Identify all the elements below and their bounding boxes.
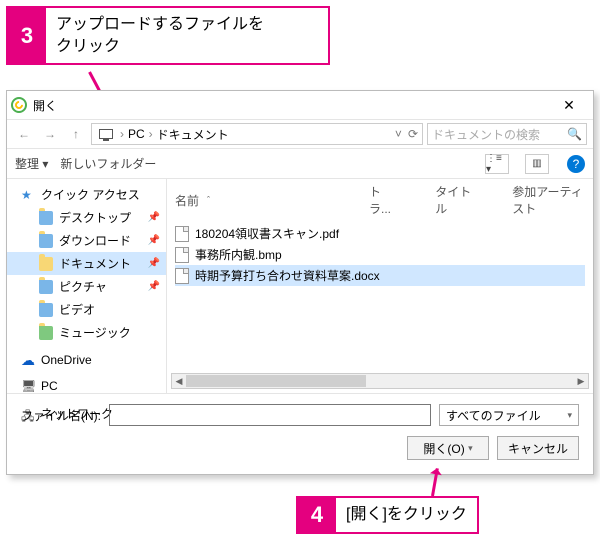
preview-pane-button[interactable]: ▥ [525,154,549,174]
folder-icon [39,257,53,271]
file-open-dialog: 開く ✕ ← → ↑ › PC › ドキュメント ˅ ⟳ ドキュメントの検索 🔍… [6,90,594,475]
breadcrumb[interactable]: › PC › ドキュメント ˅ ⟳ [91,123,423,145]
new-folder-button[interactable]: 新しいフォルダー [60,155,156,172]
folder-icon [39,280,53,294]
breadcrumb-folder[interactable]: ドキュメント [157,126,229,143]
col-name[interactable]: 名前 [175,192,199,209]
nav-forward-button[interactable]: → [39,123,61,145]
scroll-right-icon[interactable]: ▶ [574,374,588,388]
file-type-filter[interactable]: すべてのファイル ▾ [439,404,579,426]
filename-input[interactable] [109,404,431,426]
title-bar: 開く ✕ [7,91,593,119]
navigation-sidebar: ★クイック アクセス デスクトップ📌 ダウンロード📌 ドキュメント📌 ピクチャ📌… [7,179,167,393]
pc-icon [99,129,113,139]
search-input[interactable]: ドキュメントの検索 🔍 [427,123,587,145]
search-icon: 🔍 [567,127,582,141]
pin-icon: 📌 [148,281,160,292]
sidebar-videos[interactable]: ビデオ [7,298,166,321]
folder-icon [39,234,53,248]
column-headers: 名前 ˆ トラ... タイトル 参加アーティスト [167,179,593,221]
dialog-title: 開く [33,97,57,114]
step-text: [開く]をクリック [336,498,477,532]
view-mode-button[interactable]: ⋮≡ ▾ [485,154,509,174]
file-icon [175,247,189,263]
sidebar-desktop[interactable]: デスクトップ📌 [7,206,166,229]
callout-arrow-4 [431,468,439,496]
search-placeholder: ドキュメントの検索 [432,126,540,143]
sidebar-documents[interactable]: ドキュメント📌 [7,252,166,275]
step-number: 3 [8,8,46,63]
folder-icon [39,211,53,225]
pc-icon: 🖥 [21,379,35,393]
sidebar-downloads[interactable]: ダウンロード📌 [7,229,166,252]
folder-icon [39,303,53,317]
pin-icon: 📌 [148,212,160,223]
step-text: アップロードするファイルを クリック [46,8,274,63]
sidebar-music[interactable]: ミュージック [7,321,166,344]
folder-icon [39,326,53,340]
breadcrumb-dropdown[interactable]: ˅ [395,127,402,141]
cloud-icon: ☁ [21,353,35,367]
step-number: 4 [298,498,336,532]
pin-icon: 📌 [148,235,160,246]
instruction-callout-4: 4 [開く]をクリック [296,496,479,534]
sidebar-onedrive[interactable]: ☁OneDrive [7,350,166,370]
filename-label: ファイル名(N): [21,407,101,424]
toolbar: 整理 ▾ 新しいフォルダー ⋮≡ ▾ ▥ ? [7,149,593,179]
sort-indicator-icon: ˆ [207,195,210,205]
file-row[interactable]: 180204領収書スキャン.pdf [175,223,585,244]
close-button[interactable]: ✕ [549,97,589,114]
col-title[interactable]: タイトル [435,183,472,217]
open-button[interactable]: 開く(O) ▾ [407,436,489,460]
help-button[interactable]: ? [567,155,585,173]
scrollbar-thumb[interactable] [186,375,366,387]
refresh-button[interactable]: ⟳ [408,127,418,141]
scroll-left-icon[interactable]: ◀ [172,374,186,388]
col-artist[interactable]: 参加アーティスト [512,183,585,217]
nav-back-button[interactable]: ← [13,123,35,145]
instruction-callout-3: 3 アップロードするファイルを クリック [6,6,330,65]
star-icon: ★ [21,188,35,202]
chevron-down-icon: ▾ [567,410,572,421]
sidebar-pc[interactable]: 🖥PC [7,376,166,396]
app-icon [11,97,27,113]
pin-icon: 📌 [148,258,160,269]
organize-menu[interactable]: 整理 ▾ [15,155,48,172]
file-list-pane: 名前 ˆ トラ... タイトル 参加アーティスト 180204領収書スキャン.pd… [167,179,593,393]
sidebar-quick-access[interactable]: ★クイック アクセス [7,183,166,206]
sidebar-pictures[interactable]: ピクチャ📌 [7,275,166,298]
address-bar: ← → ↑ › PC › ドキュメント ˅ ⟳ ドキュメントの検索 🔍 [7,119,593,149]
cancel-button[interactable]: キャンセル [497,436,579,460]
file-icon [175,226,189,242]
file-icon [175,268,189,284]
breadcrumb-pc[interactable]: PC [128,127,145,141]
chevron-down-icon: ▾ [468,443,473,454]
col-track[interactable]: トラ... [369,183,395,217]
horizontal-scrollbar[interactable]: ◀ ▶ [171,373,589,389]
nav-up-button[interactable]: ↑ [65,123,87,145]
file-row[interactable]: 事務所内観.bmp [175,244,585,265]
file-row-selected[interactable]: 時期予算打ち合わせ資料草案.docx [175,265,585,286]
